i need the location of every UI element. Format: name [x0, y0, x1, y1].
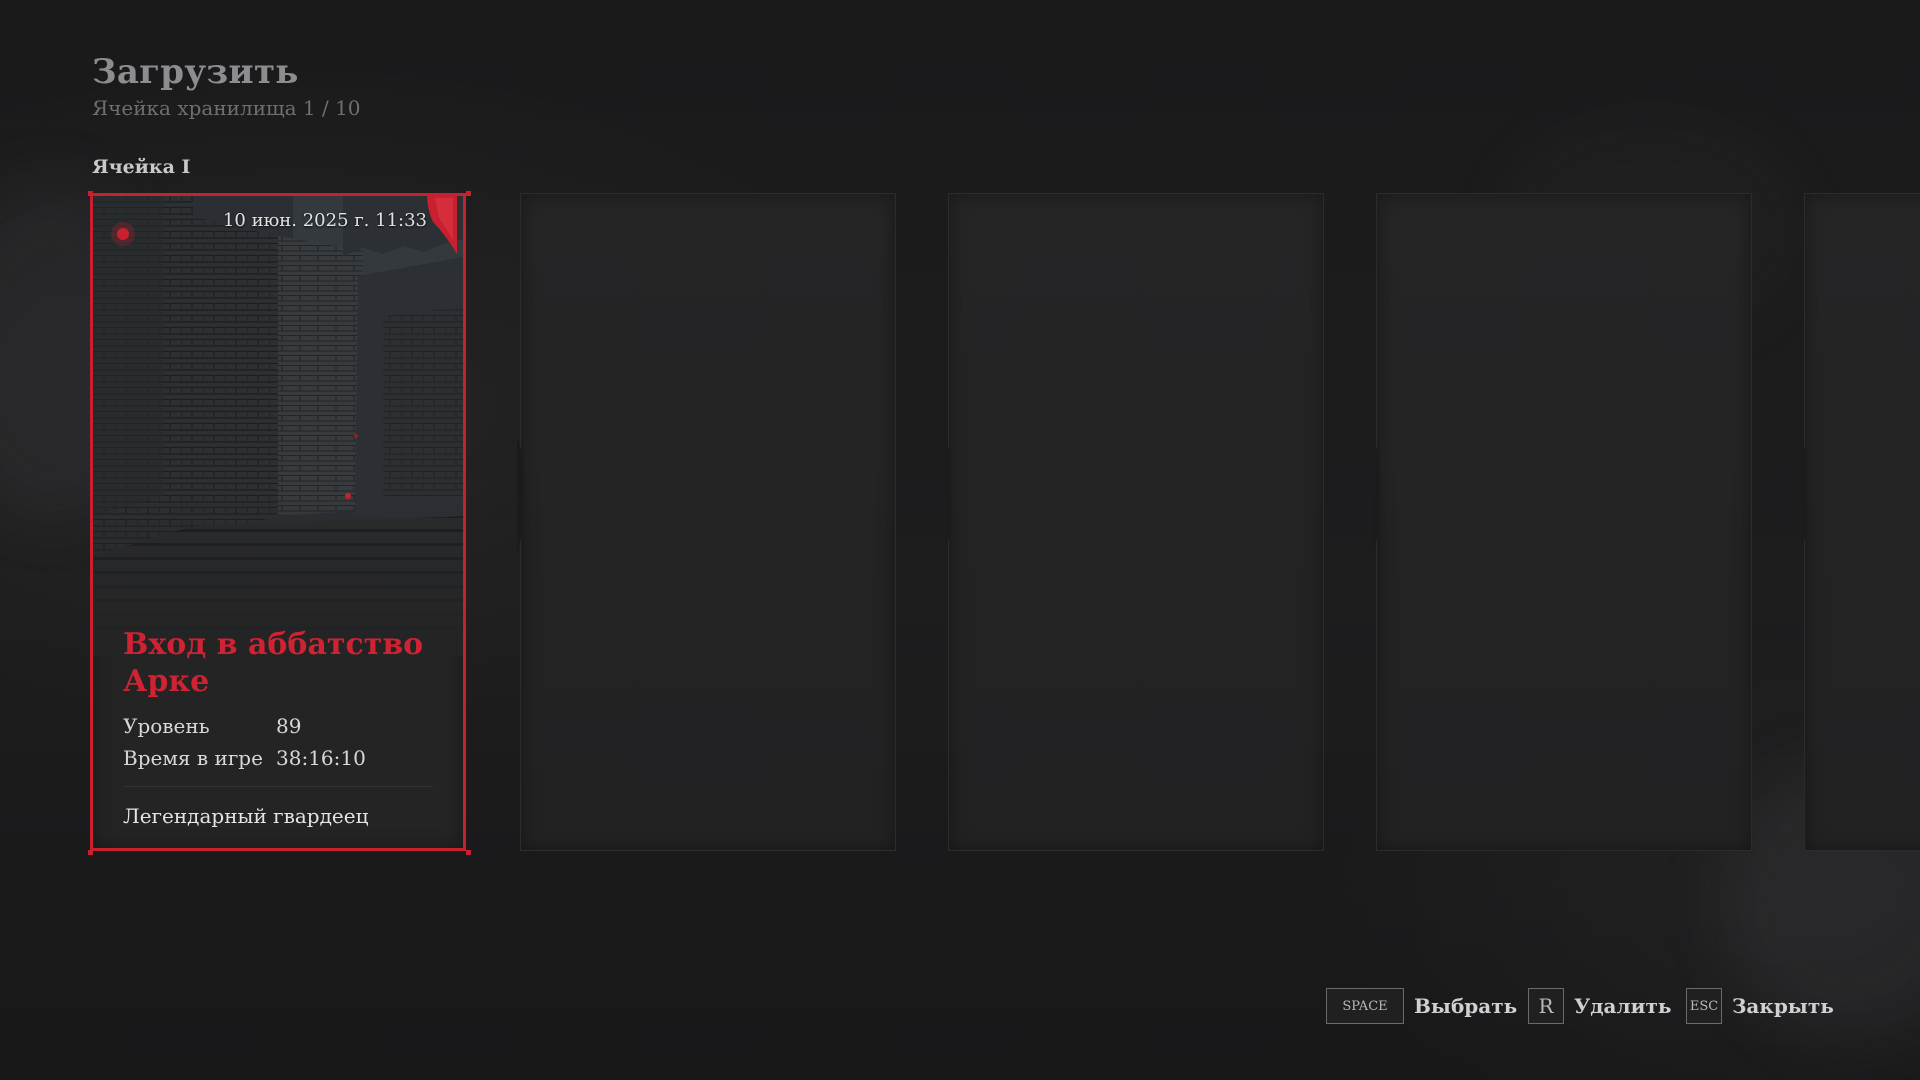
close-label: Закрыть [1732, 994, 1834, 1018]
save-slot-4-empty[interactable] [1376, 193, 1752, 851]
stat-value: 38:16:10 [276, 746, 366, 770]
stat-label: Время в игре [123, 746, 263, 770]
stat-value: 89 [276, 714, 302, 738]
delete-hint[interactable]: R Удалить [1528, 987, 1671, 1025]
esc-key-icon: ESC [1686, 988, 1722, 1024]
slot-group-label: Ячейка I [92, 156, 191, 178]
save-slot-1[interactable]: 10 июн. 2025 г. 11:33 Вход в аббатство А… [90, 193, 466, 851]
stat-level: Уровень 89 [123, 714, 301, 738]
close-hint[interactable]: ESC Закрыть [1686, 987, 1834, 1025]
load-screen: Загрузить Ячейка хранилища 1 / 10 Ячейка… [0, 0, 1920, 1080]
save-slot-2-empty[interactable] [520, 193, 896, 851]
divider [123, 786, 433, 787]
storage-slot-counter: Ячейка хранилища 1 / 10 [92, 96, 361, 120]
save-slot-5-empty[interactable] [1804, 193, 1920, 851]
character-class: Легендарный гвардеец [123, 804, 369, 828]
stat-label: Уровень [123, 714, 210, 738]
select-hint[interactable]: SPACE Выбрать [1326, 987, 1517, 1025]
stat-playtime: Время в игре 38:16:10 [123, 746, 366, 770]
save-date: 10 июн. 2025 г. 11:33 [222, 210, 427, 231]
delete-label: Удалить [1574, 994, 1672, 1018]
select-label: Выбрать [1414, 994, 1518, 1018]
bookmark-ribbon-icon [427, 196, 457, 254]
r-key-icon: R [1528, 988, 1564, 1024]
space-key-icon: SPACE [1326, 988, 1404, 1024]
page-title: Загрузить [92, 52, 299, 92]
save-slot-3-empty[interactable] [948, 193, 1324, 851]
location-name: Вход в аббатство Арке [123, 627, 424, 699]
